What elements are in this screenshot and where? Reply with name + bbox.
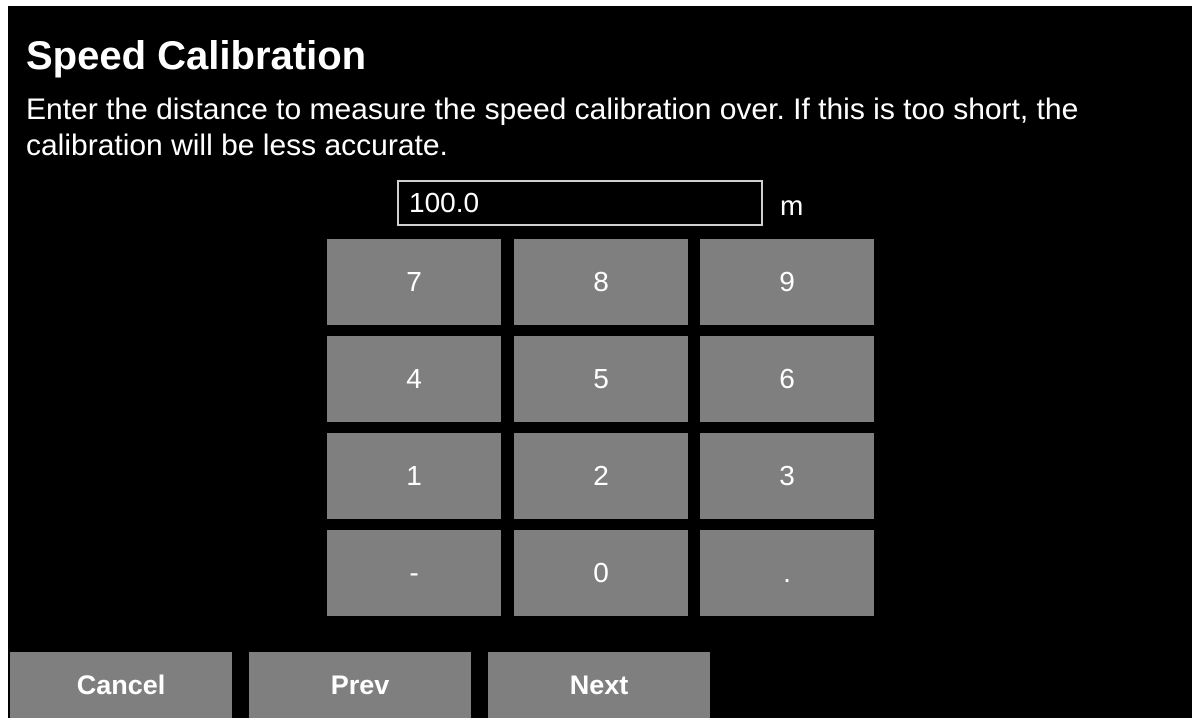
key-6[interactable]: 6 [700,336,874,422]
distance-input[interactable] [397,180,763,226]
key-0[interactable]: 0 [514,530,688,616]
cancel-button[interactable]: Cancel [10,652,232,718]
key-4[interactable]: 4 [327,336,501,422]
key-5[interactable]: 5 [514,336,688,422]
key-2[interactable]: 2 [514,433,688,519]
next-button[interactable]: Next [488,652,710,718]
instructions-text: Enter the distance to measure the speed … [26,93,1079,162]
key-minus[interactable]: - [327,530,501,616]
key-8[interactable]: 8 [514,239,688,325]
key-7[interactable]: 7 [327,239,501,325]
prev-button[interactable]: Prev [249,652,471,718]
key-decimal-point[interactable]: . [700,530,874,616]
calibration-screen: Speed Calibration Enter the distance to … [8,6,1192,718]
key-3[interactable]: 3 [700,433,874,519]
key-9[interactable]: 9 [700,239,874,325]
key-1[interactable]: 1 [327,433,501,519]
unit-label: m [780,190,804,221]
page-title: Speed Calibration [26,34,367,78]
